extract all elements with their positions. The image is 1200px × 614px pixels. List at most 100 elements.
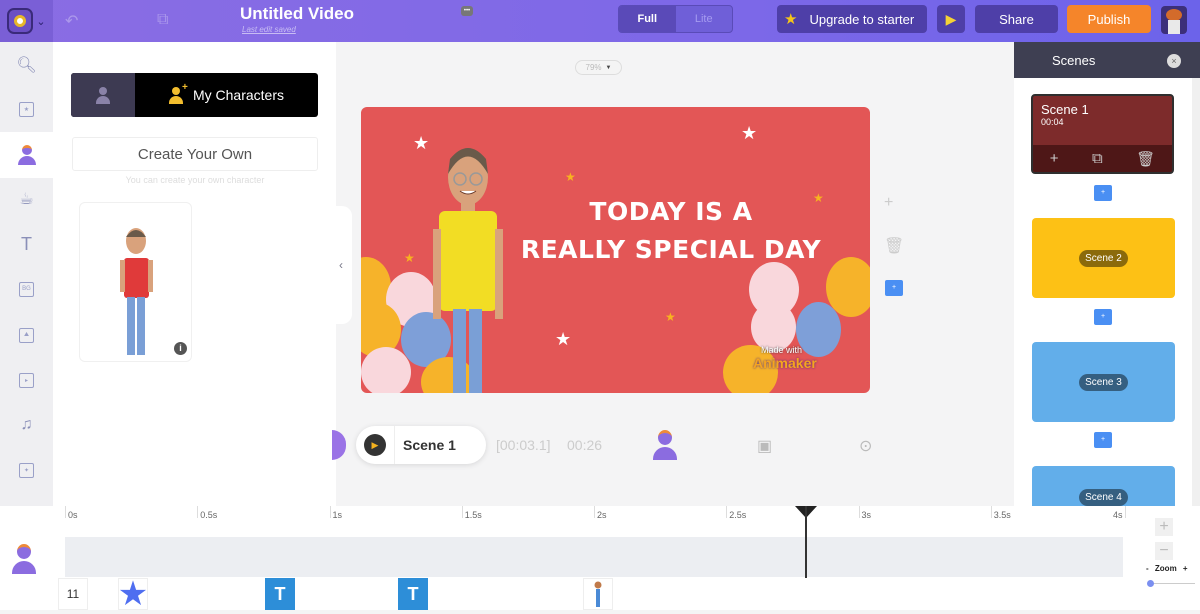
scene-prev-handle[interactable] bbox=[332, 430, 346, 460]
rail-background[interactable]: BG bbox=[0, 266, 53, 312]
rail-scenes[interactable]: ★ bbox=[0, 86, 53, 132]
zoom-out-button[interactable]: − bbox=[1155, 542, 1173, 560]
rail-props[interactable]: ☕︎ bbox=[0, 176, 53, 222]
tab-my-characters[interactable]: My Characters bbox=[135, 73, 318, 117]
character-thumbnail bbox=[594, 581, 602, 607]
zoom-minus[interactable]: - bbox=[1146, 564, 1149, 573]
character-thumbnail bbox=[120, 228, 153, 355]
scene-card-2[interactable]: Scene 2 bbox=[1032, 218, 1175, 298]
scene-play-pill[interactable]: ▶ Scene 1 bbox=[356, 426, 486, 464]
balloon bbox=[361, 347, 411, 393]
publish-button[interactable]: Publish bbox=[1067, 5, 1151, 33]
scenes-header: Scenes × bbox=[1014, 42, 1200, 78]
rail-video[interactable]: ▸ bbox=[0, 357, 53, 403]
current-scene-name: Scene 1 bbox=[403, 437, 456, 453]
music-icon: ♫ bbox=[20, 416, 33, 433]
character-card[interactable]: i bbox=[79, 202, 192, 362]
watermark-made-with: Made with bbox=[761, 345, 803, 355]
insert-scene-button[interactable]: + bbox=[1094, 185, 1112, 201]
share-button[interactable]: Share bbox=[975, 5, 1058, 33]
save-status: Last edit saved bbox=[242, 25, 296, 34]
camera-focus-icon[interactable]: ⊙ bbox=[859, 436, 872, 456]
scene-template-icon: ★ bbox=[19, 101, 34, 117]
timeline-tick: 2.5s bbox=[726, 506, 746, 520]
timeline-item-number[interactable]: 11 bbox=[58, 578, 88, 610]
add-icon[interactable]: + bbox=[1050, 150, 1059, 167]
props-cup-icon: ☕︎ bbox=[19, 191, 34, 208]
insert-scene-button[interactable]: + bbox=[1094, 309, 1112, 325]
timeline-tick: 1.5s bbox=[461, 506, 482, 520]
create-hint: You can create your own character bbox=[125, 175, 265, 185]
add-person-icon bbox=[168, 82, 188, 104]
mode-toggle[interactable]: Full Lite bbox=[618, 5, 733, 33]
user-avatar[interactable] bbox=[1161, 6, 1187, 34]
copy-icon[interactable]: ⧉ bbox=[157, 11, 168, 29]
delete-icon[interactable]: 🗑 bbox=[884, 236, 904, 256]
star-decoration: ★ bbox=[404, 251, 415, 265]
star-decoration: ★ bbox=[413, 133, 430, 153]
video-title[interactable]: Untitled Video bbox=[240, 4, 354, 24]
timeline-item-star[interactable]: ★ bbox=[118, 575, 148, 613]
scene-name: Scene 2 bbox=[1079, 249, 1128, 267]
rail-search[interactable]: 🔍︎ bbox=[0, 42, 53, 88]
search-icon: 🔍︎ bbox=[16, 57, 37, 74]
character-tabs: My Characters bbox=[71, 73, 318, 117]
balloon bbox=[826, 257, 870, 317]
scene-card-1[interactable]: Scene 1 00:04 + ⧉ 🗑 bbox=[1031, 94, 1174, 174]
top-bar: ⌄ ↶ ⧉ Untitled Video Last edit saved •••… bbox=[0, 0, 1200, 42]
person-icon bbox=[96, 86, 110, 104]
scene-card-3[interactable]: Scene 3 bbox=[1032, 342, 1175, 422]
timeline-item-text[interactable]: T bbox=[398, 578, 428, 610]
timeline-tick: 1s bbox=[329, 506, 342, 520]
app-menu-button[interactable]: ⌄ bbox=[0, 0, 53, 42]
scene-card-4[interactable]: Scene 4 bbox=[1032, 466, 1175, 506]
timeline-tick: 0.5s bbox=[197, 506, 217, 520]
play-icon[interactable]: ▶ bbox=[364, 434, 386, 456]
rail-characters[interactable] bbox=[0, 132, 53, 178]
insert-scene-button[interactable]: + bbox=[1094, 432, 1112, 448]
rail-images[interactable]: ⛰ bbox=[0, 312, 53, 358]
zoom-plus[interactable]: + bbox=[1183, 564, 1188, 573]
scene-tools: + ⧉ 🗑 bbox=[1033, 145, 1172, 172]
character-track-icon[interactable] bbox=[653, 430, 677, 460]
add-icon[interactable]: + bbox=[884, 194, 893, 212]
settings-mini-icon[interactable]: ••• bbox=[461, 6, 473, 16]
duplicate-icon[interactable]: ⧉ bbox=[1092, 150, 1103, 167]
scene-headline[interactable]: TODAY IS A REALLY SPECIAL DAY bbox=[511, 193, 831, 269]
zoom-dropdown[interactable]: 79% ▼ bbox=[575, 60, 622, 75]
star-decoration: ★ bbox=[665, 310, 676, 324]
scene-stage[interactable]: ★ ★ ★ ★ ★ ★ ★ TODAY IS A REALLY SPECIAL … bbox=[361, 107, 870, 393]
collapse-panel-button[interactable]: ‹ bbox=[330, 206, 352, 324]
info-icon[interactable]: i bbox=[174, 342, 187, 355]
scenes-scrollbar[interactable] bbox=[1192, 78, 1200, 506]
mode-full[interactable]: Full bbox=[619, 6, 676, 32]
timeline-item-character[interactable] bbox=[583, 578, 613, 610]
add-scene-button[interactable]: + bbox=[885, 280, 903, 296]
rail-text[interactable]: T bbox=[0, 221, 53, 267]
zoom-label: - Zoom + bbox=[1146, 564, 1188, 573]
character-track[interactable] bbox=[65, 537, 1123, 577]
preview-play-button[interactable]: ▶ bbox=[937, 5, 965, 33]
effects-icon: ✦ bbox=[19, 462, 34, 478]
timeline-item-text[interactable]: T bbox=[265, 578, 295, 610]
video-track-icon[interactable]: ▣ bbox=[757, 436, 772, 456]
rail-effects[interactable]: ✦ bbox=[0, 447, 53, 493]
delete-icon[interactable]: 🗑 bbox=[1136, 150, 1155, 168]
mode-lite[interactable]: Lite bbox=[676, 6, 733, 32]
zoom-slider-track[interactable] bbox=[1150, 583, 1195, 584]
close-icon[interactable]: × bbox=[1167, 54, 1181, 68]
playhead[interactable] bbox=[804, 506, 807, 578]
zoom-text: Zoom bbox=[1154, 564, 1177, 573]
undo-icon[interactable]: ↶ bbox=[65, 11, 78, 31]
zoom-in-button[interactable]: + bbox=[1155, 518, 1173, 536]
zoom-level: 79% bbox=[585, 63, 602, 72]
scene-duration: 00:04 bbox=[1041, 117, 1064, 127]
zoom-slider-knob[interactable] bbox=[1147, 580, 1154, 587]
upgrade-button[interactable]: ★ Upgrade to starter bbox=[777, 5, 927, 33]
rail-music[interactable]: ♫ bbox=[0, 402, 53, 448]
create-your-own-button[interactable]: Create Your Own bbox=[72, 137, 318, 171]
timeline-tick: 2s bbox=[594, 506, 607, 520]
headline-line-1: TODAY IS A bbox=[589, 197, 753, 226]
scene-name: Scene 1 bbox=[1041, 102, 1089, 117]
tab-stock-characters[interactable] bbox=[71, 73, 135, 117]
